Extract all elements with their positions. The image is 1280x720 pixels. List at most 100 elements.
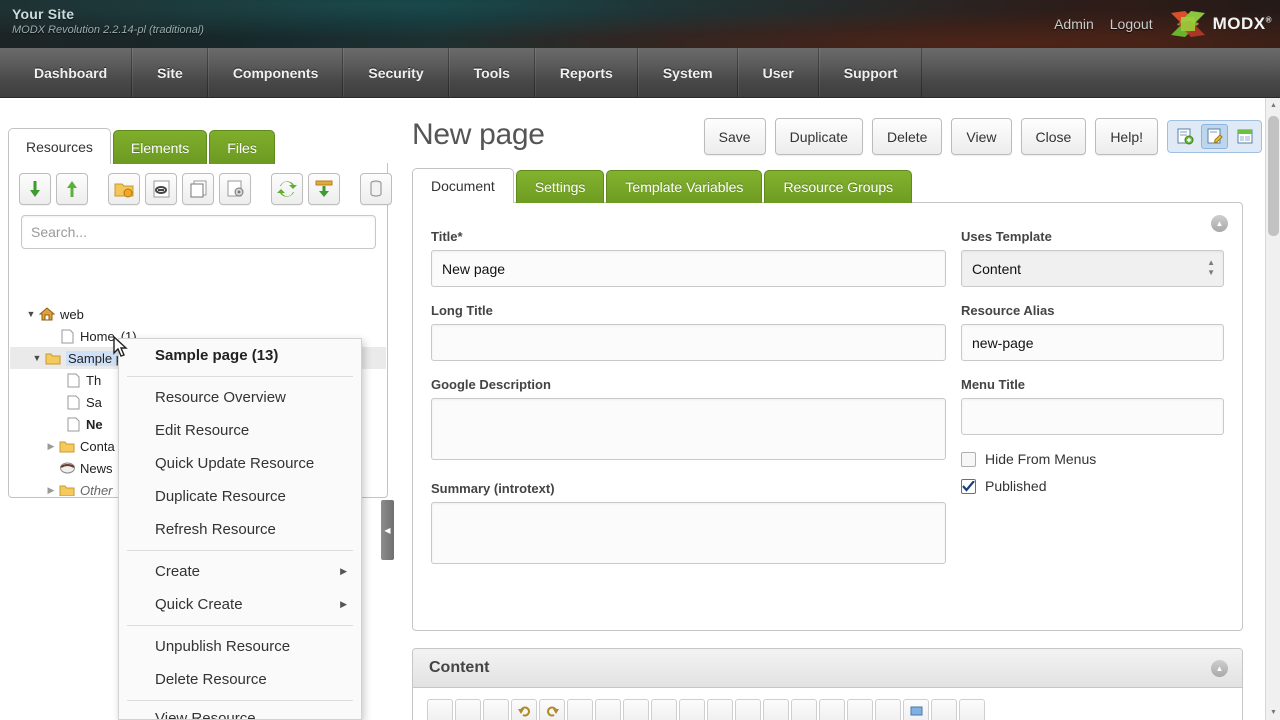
trash-icon[interactable] (360, 173, 392, 205)
tree-node-web[interactable]: ▼ web (10, 303, 386, 325)
edit-resource-icon[interactable] (1201, 124, 1228, 149)
menu-item-resource-overview[interactable]: Resource Overview (119, 381, 361, 414)
sidebar-collapse-handle[interactable]: ◀ (381, 500, 394, 560)
menu-separator (127, 700, 353, 701)
expand-all-icon[interactable] (56, 173, 88, 205)
nav-item-tools[interactable]: Tools (448, 48, 535, 97)
tab-template-variables[interactable]: Template Variables (606, 170, 763, 203)
expand-arrow-icon[interactable]: ▼ (30, 353, 44, 363)
menu-item-edit-resource[interactable]: Edit Resource (119, 414, 361, 447)
save-button[interactable]: Save (703, 118, 766, 155)
editor-tool-18-icon[interactable] (903, 699, 929, 720)
uses-template-select[interactable]: Content (961, 250, 1224, 287)
editor-tool-undo-icon[interactable] (511, 699, 537, 720)
refresh-icon[interactable] (271, 173, 303, 205)
spinner-arrows-icon[interactable]: ▲ ▼ (1207, 259, 1215, 277)
menu-item-unpublish-resource[interactable]: Unpublish Resource (119, 630, 361, 663)
menu-item-label: Quick Create (155, 596, 243, 613)
close-button[interactable]: Close (1020, 118, 1087, 155)
duplicate-button[interactable]: Duplicate (774, 118, 863, 155)
menu-item-quick-update-resource[interactable]: Quick Update Resource (119, 447, 361, 480)
editor-tool-13-icon[interactable] (763, 699, 789, 720)
tab-files[interactable]: Files (209, 130, 275, 164)
field-menu-title: Menu Title (961, 377, 1224, 435)
field-label: Menu Title (961, 377, 1026, 392)
tab-elements[interactable]: Elements (112, 130, 208, 164)
resource-context-menu: Sample page (13) Resource Overview Edit … (118, 338, 362, 720)
scrollbar-thumb[interactable] (1268, 116, 1279, 236)
document-icon (58, 328, 76, 344)
collapse-arrow-icon[interactable]: ▶ (44, 485, 58, 496)
admin-link[interactable]: Admin (1054, 16, 1094, 32)
checkbox-hide-from-menus[interactable]: Hide From Menus (961, 451, 1224, 467)
editor-tool-8-icon[interactable] (623, 699, 649, 720)
editor-tool-17-icon[interactable] (875, 699, 901, 720)
folder-icon (58, 438, 76, 454)
nav-item-support[interactable]: Support (818, 48, 923, 97)
checkbox-box[interactable] (961, 478, 976, 494)
new-symlink-icon[interactable] (219, 173, 251, 205)
menu-item-refresh-resource[interactable]: Refresh Resource (119, 513, 361, 546)
menu-item-delete-resource[interactable]: Delete Resource (119, 663, 361, 696)
new-weblink-icon[interactable] (145, 173, 177, 205)
nav-item-dashboard[interactable]: Dashboard (10, 48, 133, 97)
content-collapse-icon[interactable]: ▲ (1211, 660, 1228, 677)
title-input[interactable] (431, 250, 946, 287)
new-folder-icon[interactable] (108, 173, 140, 205)
nav-item-reports[interactable]: Reports (534, 48, 638, 97)
resource-alias-input[interactable] (961, 324, 1224, 361)
search-input[interactable]: Search... (21, 215, 376, 249)
editor-tool-14-icon[interactable] (791, 699, 817, 720)
view-button[interactable]: View (951, 118, 1012, 155)
collapse-all-icon[interactable] (19, 173, 51, 205)
menu-item-view-resource[interactable]: View Resource (119, 705, 361, 720)
editor-tool-7-icon[interactable] (595, 699, 621, 720)
tab-resources[interactable]: Resources (8, 128, 111, 164)
new-document-icon[interactable] (182, 173, 214, 205)
menu-item-duplicate-resource[interactable]: Duplicate Resource (119, 480, 361, 513)
editor-tool-11-icon[interactable] (707, 699, 733, 720)
menu-title-input[interactable] (961, 398, 1224, 435)
editor-tool-15-icon[interactable] (819, 699, 845, 720)
editor-tool-16-icon[interactable] (847, 699, 873, 720)
google-description-textarea[interactable] (431, 398, 946, 460)
tree-node-label: Conta (80, 438, 115, 454)
editor-tool-1-icon[interactable] (427, 699, 453, 720)
summary-introtext-textarea[interactable] (431, 502, 946, 564)
scroll-up-icon[interactable]: ▲ (1266, 98, 1280, 113)
editor-tool-9-icon[interactable] (651, 699, 677, 720)
menu-item-create[interactable]: Create ▶ (119, 555, 361, 588)
editor-tool-10-icon[interactable] (679, 699, 705, 720)
editor-tool-6-icon[interactable] (567, 699, 593, 720)
editor-tool-12-icon[interactable] (735, 699, 761, 720)
tab-settings[interactable]: Settings (515, 170, 605, 203)
page-scrollbar[interactable]: ▲ ▼ (1265, 98, 1280, 720)
editor-tool-19-icon[interactable] (931, 699, 957, 720)
menu-item-quick-create[interactable]: Quick Create ▶ (119, 588, 361, 621)
editor-tool-3-icon[interactable] (483, 699, 509, 720)
tab-resource-groups[interactable]: Resource Groups (764, 170, 913, 203)
help-button[interactable]: Help! (1095, 118, 1158, 155)
delete-button[interactable]: Delete (871, 118, 943, 155)
nav-item-security[interactable]: Security (343, 48, 449, 97)
collapse-arrow-icon[interactable]: ▶ (44, 441, 58, 452)
preview-layout-icon[interactable] (1231, 124, 1258, 149)
checkbox-published[interactable]: Published (961, 478, 1224, 494)
nav-item-components[interactable]: Components (207, 48, 344, 97)
nav-item-system[interactable]: System (637, 48, 738, 97)
nav-item-site[interactable]: Site (132, 48, 208, 97)
editor-tool-redo-icon[interactable] (539, 699, 565, 720)
tree-node-label: Sa (86, 394, 102, 410)
tab-document[interactable]: Document (412, 168, 514, 203)
sort-tree-icon[interactable] (308, 173, 340, 205)
expand-arrow-icon[interactable]: ▼ (24, 309, 38, 319)
page-title: New page (412, 118, 545, 151)
new-resource-icon[interactable] (1171, 124, 1198, 149)
nav-item-user[interactable]: User (737, 48, 819, 97)
logout-link[interactable]: Logout (1110, 16, 1153, 32)
long-title-input[interactable] (431, 324, 946, 361)
scroll-down-icon[interactable]: ▼ (1266, 705, 1280, 720)
editor-tool-20-icon[interactable] (959, 699, 985, 720)
checkbox-box[interactable] (961, 451, 976, 467)
editor-tool-2-icon[interactable] (455, 699, 481, 720)
